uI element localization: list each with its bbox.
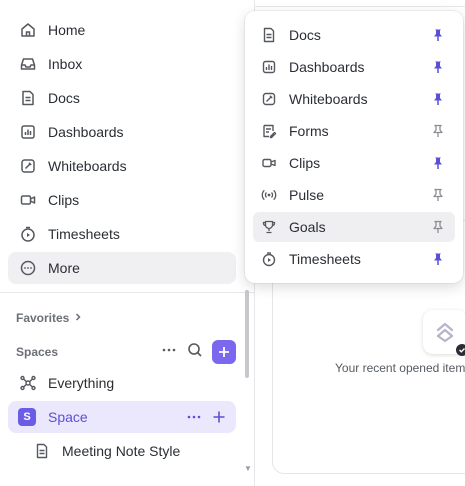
whiteboards-icon (261, 91, 277, 107)
sidebar-item-timesheets[interactable]: Timesheets (8, 218, 236, 250)
doc-icon (34, 443, 50, 459)
pin-icon-filled[interactable] (431, 156, 445, 170)
more-icon (19, 259, 37, 277)
search-icon[interactable] (186, 341, 204, 364)
pin-icon-outline[interactable] (431, 124, 445, 138)
popover-item-goals[interactable]: Goals (253, 212, 455, 242)
sidebar-scrollbar[interactable] (245, 290, 249, 378)
pulse-icon (261, 187, 277, 203)
popover-item-label: Docs (289, 27, 321, 43)
inbox-icon (19, 55, 37, 73)
sidebar-item-label: Timesheets (48, 226, 120, 242)
trophy-icon (261, 219, 277, 235)
timesheets-icon (261, 251, 277, 267)
timesheets-icon (19, 225, 37, 243)
sidebar-item-label: Inbox (48, 56, 83, 72)
sidebar-item-label: Docs (48, 90, 80, 106)
docs-icon (19, 89, 37, 107)
popover-item-docs[interactable]: Docs (253, 20, 455, 50)
popover-item-label: Clips (289, 155, 321, 171)
whiteboards-icon (19, 157, 37, 175)
sidebar-item-home[interactable]: Home (8, 14, 236, 46)
add-to-space-icon[interactable] (212, 410, 226, 424)
clips-icon (261, 155, 277, 171)
popover-item-label: Dashboards (289, 59, 365, 75)
sidebar-item-more[interactable]: More (8, 252, 236, 284)
popover-item-label: Whiteboards (289, 91, 368, 107)
sidebar-item-docs[interactable]: Docs (8, 82, 236, 114)
everything-icon (19, 374, 37, 392)
space-label: Space (48, 409, 88, 425)
sidebar-item-label: Home (48, 22, 86, 38)
pin-icon-filled[interactable] (431, 92, 445, 106)
sub-item-label: Meeting Note Style (62, 443, 181, 459)
popover-item-forms[interactable]: Forms (253, 116, 455, 146)
sidebar-item-space[interactable]: S Space (8, 401, 236, 433)
add-space-button[interactable] (212, 340, 236, 364)
recent-items-empty-text: Your recent opened items (335, 361, 465, 375)
popover-item-pulse[interactable]: Pulse (253, 180, 455, 210)
check-badge-icon (456, 344, 465, 356)
favorites-label: Favorites (16, 311, 70, 325)
sidebar-item-label: Clips (48, 192, 80, 208)
popover-item-dashboards[interactable]: Dashboards (253, 52, 455, 82)
space-more-icon[interactable] (186, 409, 202, 425)
pin-icon-filled[interactable] (431, 252, 445, 266)
popover-item-label: Timesheets (289, 251, 361, 267)
spaces-label: Spaces (16, 345, 59, 359)
more-apps-popover: Docs Dashboards Whiteboards Forms Clips … (245, 11, 463, 283)
pin-icon-filled[interactable] (431, 28, 445, 42)
popover-item-timesheets[interactable]: Timesheets (253, 244, 455, 274)
popover-item-label: Forms (289, 123, 329, 139)
pin-icon-outline[interactable] (431, 220, 445, 234)
popover-item-clips[interactable]: Clips (253, 148, 455, 178)
sidebar-item-whiteboards[interactable]: Whiteboards (8, 150, 236, 182)
home-icon (19, 21, 37, 39)
scroll-down-icon[interactable]: ▼ (244, 464, 252, 473)
favorites-header[interactable]: Favorites (16, 311, 83, 325)
pin-icon-outline[interactable] (431, 188, 445, 202)
dashboards-icon (261, 59, 277, 75)
sidebar-item-inbox[interactable]: Inbox (8, 48, 236, 80)
sidebar-item-label: Dashboards (48, 124, 124, 140)
clips-icon (19, 191, 37, 209)
popover-item-label: Pulse (289, 187, 325, 203)
pin-icon-filled[interactable] (431, 60, 445, 74)
sidebar: Home Inbox Docs Dashboards Whiteboards C… (0, 0, 255, 486)
section-divider (0, 292, 254, 293)
chevron-right-icon (73, 311, 83, 325)
space-avatar: S (18, 408, 36, 426)
popover-item-whiteboards[interactable]: Whiteboards (253, 84, 455, 114)
spaces-actions (160, 340, 236, 364)
docs-icon (261, 27, 277, 43)
forms-icon (261, 123, 277, 139)
sidebar-item-label: More (48, 260, 80, 276)
layers-icon (436, 322, 454, 343)
dashboards-icon (19, 123, 37, 141)
sidebar-item-clips[interactable]: Clips (8, 184, 236, 216)
spaces-more-icon[interactable] (160, 341, 178, 364)
sidebar-item-label: Everything (48, 375, 115, 391)
sidebar-item-everything[interactable]: Everything (8, 367, 236, 399)
popover-item-label: Goals (289, 219, 326, 235)
sidebar-item-label: Whiteboards (48, 158, 127, 174)
sidebar-item-meeting-note-style[interactable]: Meeting Note Style (34, 437, 180, 465)
sidebar-item-dashboards[interactable]: Dashboards (8, 116, 236, 148)
